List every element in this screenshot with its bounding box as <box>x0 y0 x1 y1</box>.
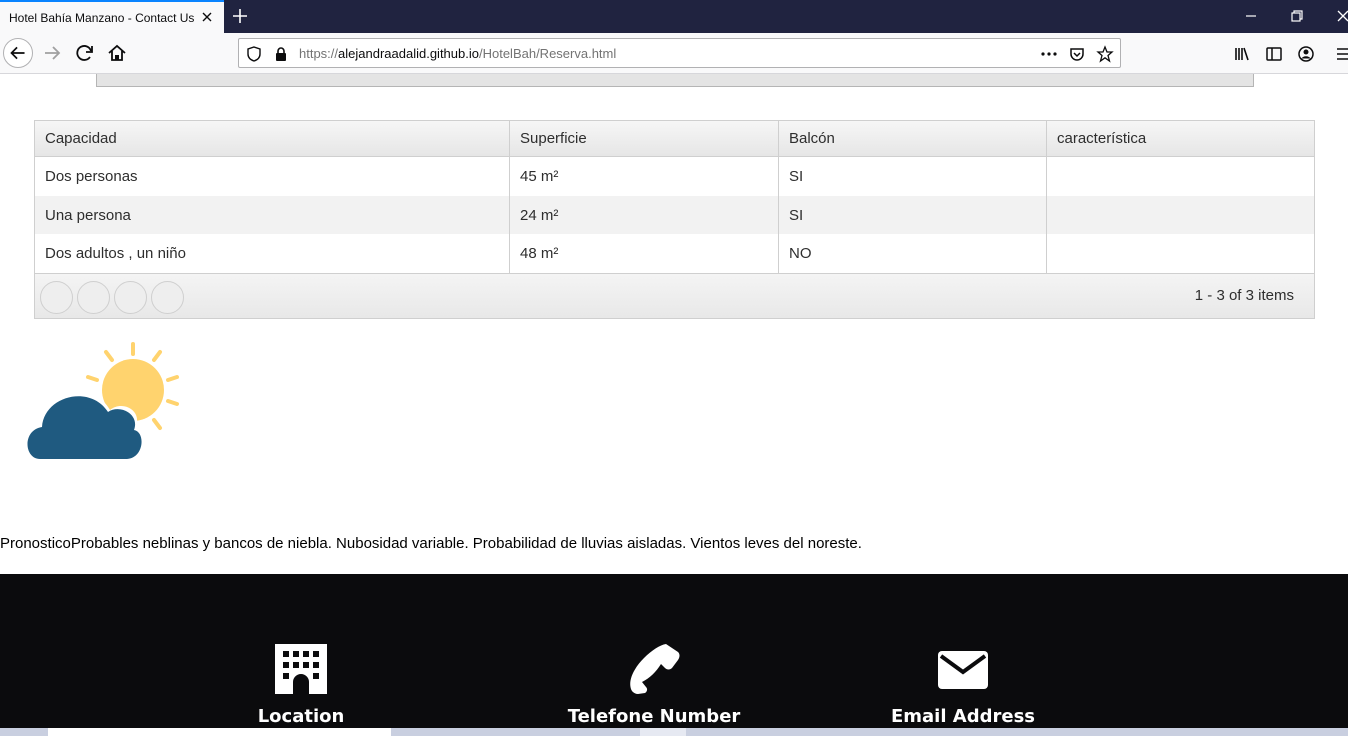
partly-cloudy-icon <box>24 342 179 460</box>
cell-balcon: SI <box>779 196 1047 234</box>
table-row[interactable]: Dos adultos , un niño 48 m² NO <box>35 234 1314 273</box>
cell-superficie: 48 m² <box>510 234 779 273</box>
pager-next-button[interactable] <box>114 281 147 314</box>
browser-tab[interactable]: Hotel Bahía Manzano - Contact Us <box>0 0 224 33</box>
header-superficie[interactable]: Superficie <box>510 121 779 156</box>
browser-titlebar: Hotel Bahía Manzano - Contact Us <box>0 0 1348 33</box>
location-label: Location <box>257 706 345 727</box>
envelope-icon <box>938 651 988 689</box>
close-tab-icon[interactable] <box>199 9 215 25</box>
pager-prev-button[interactable] <box>77 281 110 314</box>
lock-icon[interactable] <box>272 45 290 63</box>
cell-balcon: SI <box>779 157 1047 196</box>
header-caracteristica[interactable]: característica <box>1047 121 1314 156</box>
browser-navbar: https://alejandraadalid.github.io/HotelB… <box>0 33 1348 74</box>
cell-caracteristica <box>1047 196 1314 234</box>
url-bar[interactable]: https://alejandraadalid.github.io/HotelB… <box>238 38 1121 68</box>
pager-info: 1 - 3 of 3 items <box>1194 287 1294 304</box>
forecast-text: PronosticoProbables neblinas y bancos de… <box>0 535 862 552</box>
close-window-icon[interactable] <box>1333 6 1348 26</box>
reload-icon[interactable] <box>70 38 100 68</box>
taskbar-search[interactable] <box>48 728 391 736</box>
back-icon[interactable] <box>3 38 33 68</box>
restore-icon[interactable] <box>1287 6 1307 26</box>
sidebar-icon[interactable] <box>1264 44 1284 64</box>
taskbar-app[interactable] <box>640 728 686 736</box>
bookmark-star-icon[interactable] <box>1096 45 1114 63</box>
table-row[interactable]: Dos personas 45 m² SI <box>35 157 1314 196</box>
email-label: Email Address <box>890 706 1036 727</box>
pager-first-button[interactable] <box>40 281 73 314</box>
shield-icon[interactable] <box>245 45 263 63</box>
url-text: https://alejandraadalid.github.io/HotelB… <box>299 46 617 61</box>
pocket-icon[interactable] <box>1068 45 1086 63</box>
grid-header: Capacidad Superficie Balcón característi… <box>35 121 1314 157</box>
os-taskbar <box>0 728 1348 736</box>
phone-icon <box>630 644 680 694</box>
library-icon[interactable] <box>1232 44 1252 64</box>
cell-capacidad: Dos adultos , un niño <box>35 234 510 273</box>
new-tab-icon[interactable] <box>230 6 250 26</box>
cell-capacidad: Una persona <box>35 196 510 234</box>
rooms-grid: Capacidad Superficie Balcón característi… <box>34 120 1315 319</box>
grid-pager: 1 - 3 of 3 items <box>35 273 1314 318</box>
header-balcon[interactable]: Balcón <box>779 121 1047 156</box>
menu-icon[interactable] <box>1334 44 1348 64</box>
minimize-icon[interactable] <box>1241 6 1261 26</box>
cell-balcon: NO <box>779 234 1047 273</box>
cell-superficie: 24 m² <box>510 196 779 234</box>
home-icon[interactable] <box>102 38 132 68</box>
cell-caracteristica <box>1047 234 1314 273</box>
building-icon <box>275 644 327 694</box>
cell-caracteristica <box>1047 157 1314 196</box>
more-actions-icon[interactable] <box>1040 45 1058 63</box>
account-icon[interactable] <box>1296 44 1316 64</box>
forward-icon[interactable] <box>38 38 68 68</box>
banner-strip <box>96 74 1254 87</box>
pager-last-button[interactable] <box>151 281 184 314</box>
cell-superficie: 45 m² <box>510 157 779 196</box>
phone-label: Telefone Number <box>567 706 741 727</box>
footer: Location Telefone Number Email Address <box>0 574 1348 736</box>
cell-capacidad: Dos personas <box>35 157 510 196</box>
tab-title: Hotel Bahía Manzano - Contact Us <box>9 11 195 25</box>
table-row[interactable]: Una persona 24 m² SI <box>35 196 1314 234</box>
header-capacidad[interactable]: Capacidad <box>35 121 510 156</box>
